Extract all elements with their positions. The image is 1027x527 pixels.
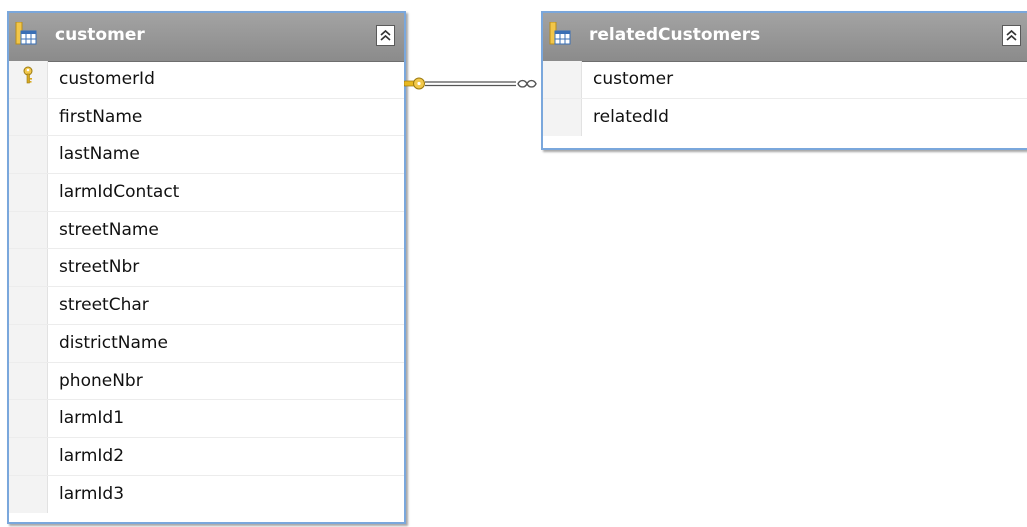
column-row[interactable]: larmId2: [9, 437, 404, 476]
column-name: lastName: [59, 144, 140, 165]
table-title: relatedCustomers: [589, 25, 761, 45]
collapse-up-icon[interactable]: [1002, 25, 1021, 46]
column-row[interactable]: lastName: [9, 136, 404, 175]
column-name: customerId: [59, 69, 155, 89]
column-name: firstName: [59, 106, 143, 127]
column-name: larmId1: [59, 408, 125, 429]
table-relatedcustomers[interactable]: relatedCustomers customer relatedId: [541, 11, 1027, 150]
column-list: customer relatedId: [543, 61, 1027, 137]
column-row[interactable]: streetNbr: [9, 249, 404, 288]
column-row[interactable]: customer: [543, 61, 1027, 99]
column-row[interactable]: larmId3: [9, 475, 404, 514]
column-name: districtName: [59, 332, 168, 353]
column-row[interactable]: firstName: [9, 98, 404, 137]
column-name: streetNbr: [59, 257, 140, 278]
column-list: customerId firstName lastName larmIdCont…: [9, 61, 404, 514]
column-row[interactable]: customerId: [9, 61, 404, 99]
column-name: streetChar: [59, 295, 149, 316]
infinity-icon: [517, 79, 537, 88]
diagram-canvas: customer customerId firstName lastName l…: [0, 0, 1027, 527]
column-name: larmId3: [59, 483, 125, 504]
column-row[interactable]: larmIdContact: [9, 174, 404, 212]
column-row[interactable]: phoneNbr: [9, 362, 404, 401]
relationship-line[interactable]: [404, 72, 542, 98]
table-icon: [15, 21, 37, 46]
column-row[interactable]: larmId1: [9, 400, 404, 438]
key-icon: [404, 77, 425, 90]
column-name: larmId2: [59, 445, 125, 466]
column-row[interactable]: streetChar: [9, 287, 404, 325]
column-name: larmIdContact: [59, 182, 180, 203]
column-name: streetName: [59, 219, 159, 240]
column-name: phoneNbr: [59, 370, 143, 391]
column-row[interactable]: relatedId: [543, 98, 1027, 137]
table-icon: [549, 21, 571, 46]
table-header[interactable]: customer: [9, 13, 404, 62]
table-customer[interactable]: customer customerId firstName lastName l…: [7, 11, 406, 524]
key-icon: [22, 66, 34, 88]
column-row[interactable]: districtName: [9, 324, 404, 363]
table-header[interactable]: relatedCustomers: [543, 13, 1027, 62]
table-title: customer: [55, 25, 145, 45]
collapse-up-icon[interactable]: [376, 25, 395, 46]
column-name: relatedId: [593, 106, 669, 127]
column-row[interactable]: streetName: [9, 211, 404, 250]
column-name: customer: [593, 69, 674, 89]
